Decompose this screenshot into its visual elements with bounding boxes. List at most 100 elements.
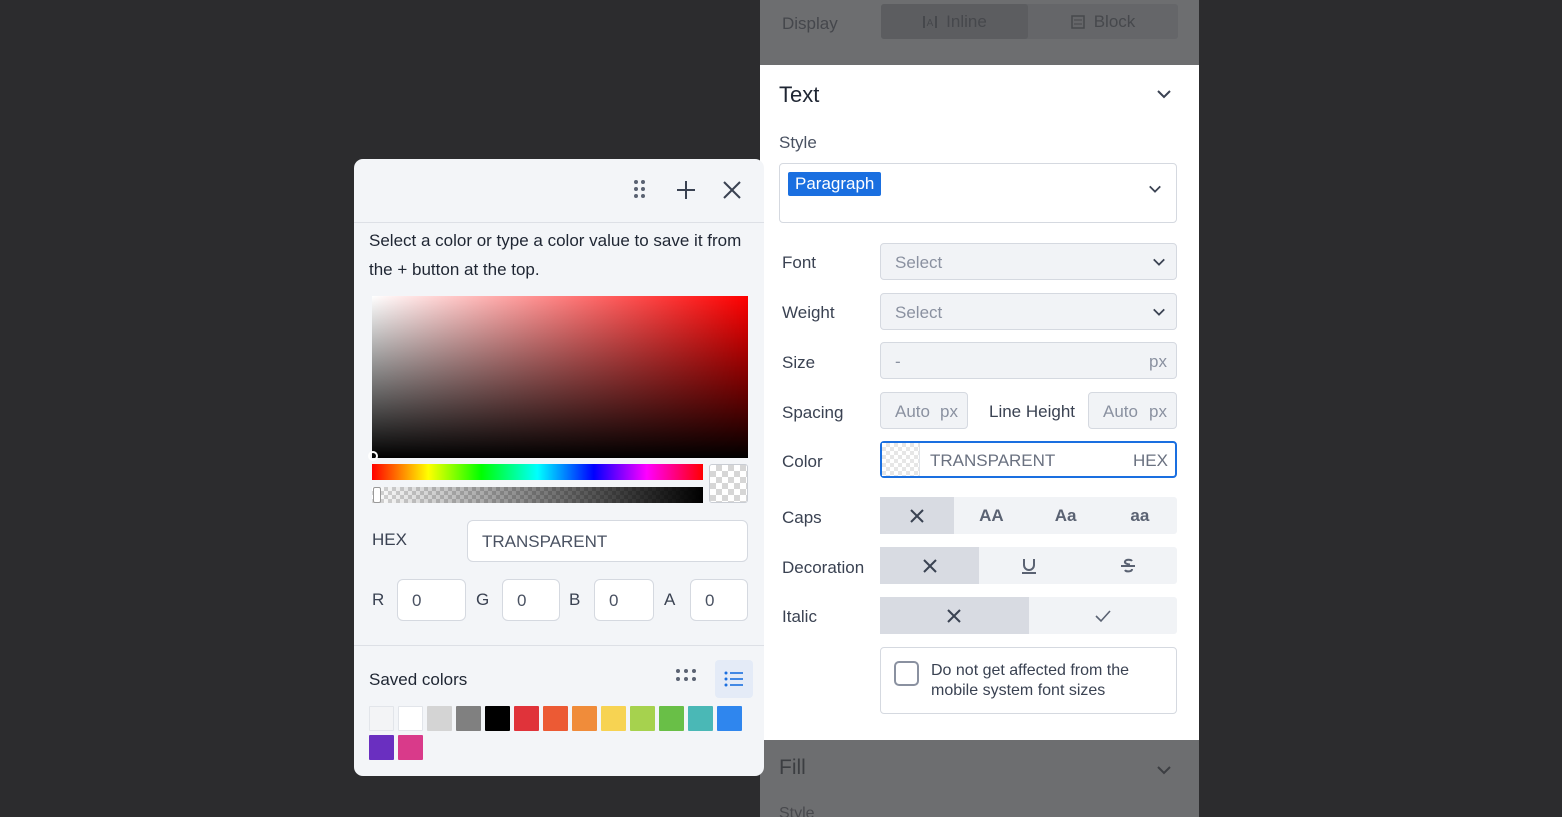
saved-color-swatch[interactable] [514,706,539,731]
style-panel: Display A Inline Block Text Style Paragr… [760,0,1199,817]
font-label: Font [782,253,817,272]
line-height-input[interactable]: Auto px [1088,392,1177,429]
saved-color-swatch[interactable] [398,735,423,760]
fill-section: Fill Style [760,740,1199,817]
add-color-icon[interactable] [676,179,696,201]
caps-segmented-control: AA Aa aa [880,497,1177,534]
color-swatch-transparent[interactable] [882,443,920,476]
strikethrough-icon [1120,558,1135,572]
decoration-label: Decoration [782,558,865,577]
size-label: Size [782,353,816,372]
capitalize-icon: Aa [1054,505,1077,525]
decoration-underline-option[interactable] [979,547,1078,584]
check-icon [1095,609,1111,622]
color-mode[interactable]: HEX [1133,451,1168,471]
caps-label: Caps [782,508,822,527]
saved-color-swatch[interactable] [659,706,684,731]
style-select[interactable]: Paragraph [779,163,1177,223]
saved-colors-section: Saved colors [354,645,764,776]
decoration-segmented-control [880,547,1177,584]
picker-header [354,159,764,223]
saved-colors-grid [369,706,759,760]
grid-view-icon[interactable] [675,668,697,682]
chevron-down-icon [1149,185,1161,193]
saved-color-swatch[interactable] [543,706,568,731]
list-view-button[interactable] [715,660,753,698]
display-segmented-control: A Inline Block [881,4,1178,39]
saved-color-swatch[interactable] [369,735,394,760]
b-label: B [569,590,581,609]
italic-off-option[interactable] [880,597,1029,634]
a-label: A [664,590,676,609]
display-inline-option[interactable]: A Inline [881,4,1028,39]
hex-label: HEX [372,530,407,549]
saturation-handle[interactable] [368,451,378,461]
spacing-unit: px [940,402,958,421]
style-label: Style [779,133,817,152]
weight-placeholder: Select [895,303,943,322]
mobile-font-size-checkbox[interactable] [894,661,919,686]
saved-color-swatch[interactable] [601,706,626,731]
lowercase-icon: aa [1130,505,1150,525]
display-label: Display [782,14,838,33]
saved-colors-title: Saved colors [369,670,468,689]
color-preview [709,464,748,503]
font-select[interactable]: Select [880,243,1177,280]
saturation-value-area[interactable] [368,296,748,461]
inline-icon: A [923,15,938,29]
g-label: G [476,590,490,609]
saved-color-swatch[interactable] [630,706,655,731]
saved-color-swatch[interactable] [456,706,481,731]
color-input[interactable]: TRANSPARENT HEX [880,441,1177,478]
hex-input[interactable]: TRANSPARENT [467,520,748,562]
hue-slider[interactable] [372,464,703,480]
size-placeholder: - [895,352,901,371]
mobile-font-size-label: Do not get affected from the mobile syst… [931,662,1130,699]
weight-label: Weight [782,303,835,322]
color-picker-popup: Select a color or type a color value to … [354,159,764,776]
spacing-placeholder: Auto [895,402,930,421]
decoration-none-option[interactable] [880,547,979,584]
italic-on-option[interactable] [1029,597,1178,634]
display-block-option[interactable]: Block [1029,4,1176,39]
a-input[interactable]: 0 [690,579,748,621]
saved-color-swatch[interactable] [688,706,713,731]
fill-section-collapse-icon[interactable] [1156,762,1172,778]
text-section-collapse-icon[interactable] [1156,86,1172,102]
saved-color-swatch[interactable] [427,706,452,731]
spacing-input[interactable]: Auto px [880,392,968,429]
saved-color-swatch[interactable] [485,706,510,731]
b-input[interactable]: 0 [594,579,654,621]
style-tag-paragraph[interactable]: Paragraph [788,172,882,196]
saved-color-swatch[interactable] [717,706,742,731]
saved-color-swatch[interactable] [369,706,394,731]
saved-color-swatch[interactable] [398,706,423,731]
drag-handle-icon[interactable] [633,179,647,201]
caps-uppercase-option[interactable]: AA [954,497,1028,534]
close-icon [947,608,961,623]
g-input[interactable]: 0 [502,579,560,621]
caps-capitalize-option[interactable]: Aa [1029,497,1103,534]
text-section-title: Text [779,82,820,107]
color-label: Color [782,452,823,471]
underline-icon [1021,558,1036,574]
caps-lowercase-option[interactable]: aa [1103,497,1177,534]
saved-color-swatch[interactable] [572,706,597,731]
size-input[interactable]: - px [880,342,1177,379]
decoration-strikethrough-option[interactable] [1078,547,1177,584]
close-icon[interactable] [722,179,742,201]
picker-description: Select a color or type a color value to … [369,231,742,279]
uppercase-icon: AA [979,505,1004,525]
alpha-handle[interactable] [373,487,381,503]
close-icon [922,558,937,573]
fill-style-label: Style [779,805,815,817]
alpha-slider[interactable] [372,487,703,503]
font-placeholder: Select [895,253,943,272]
r-input[interactable]: 0 [397,579,466,621]
line-height-placeholder: Auto [1103,402,1138,421]
spacing-label: Spacing [782,403,844,422]
weight-select[interactable]: Select [880,293,1177,330]
caps-none-option[interactable] [880,497,955,534]
list-view-icon [724,671,743,687]
mobile-font-size-option: Do not get affected from the mobile syst… [880,647,1177,714]
